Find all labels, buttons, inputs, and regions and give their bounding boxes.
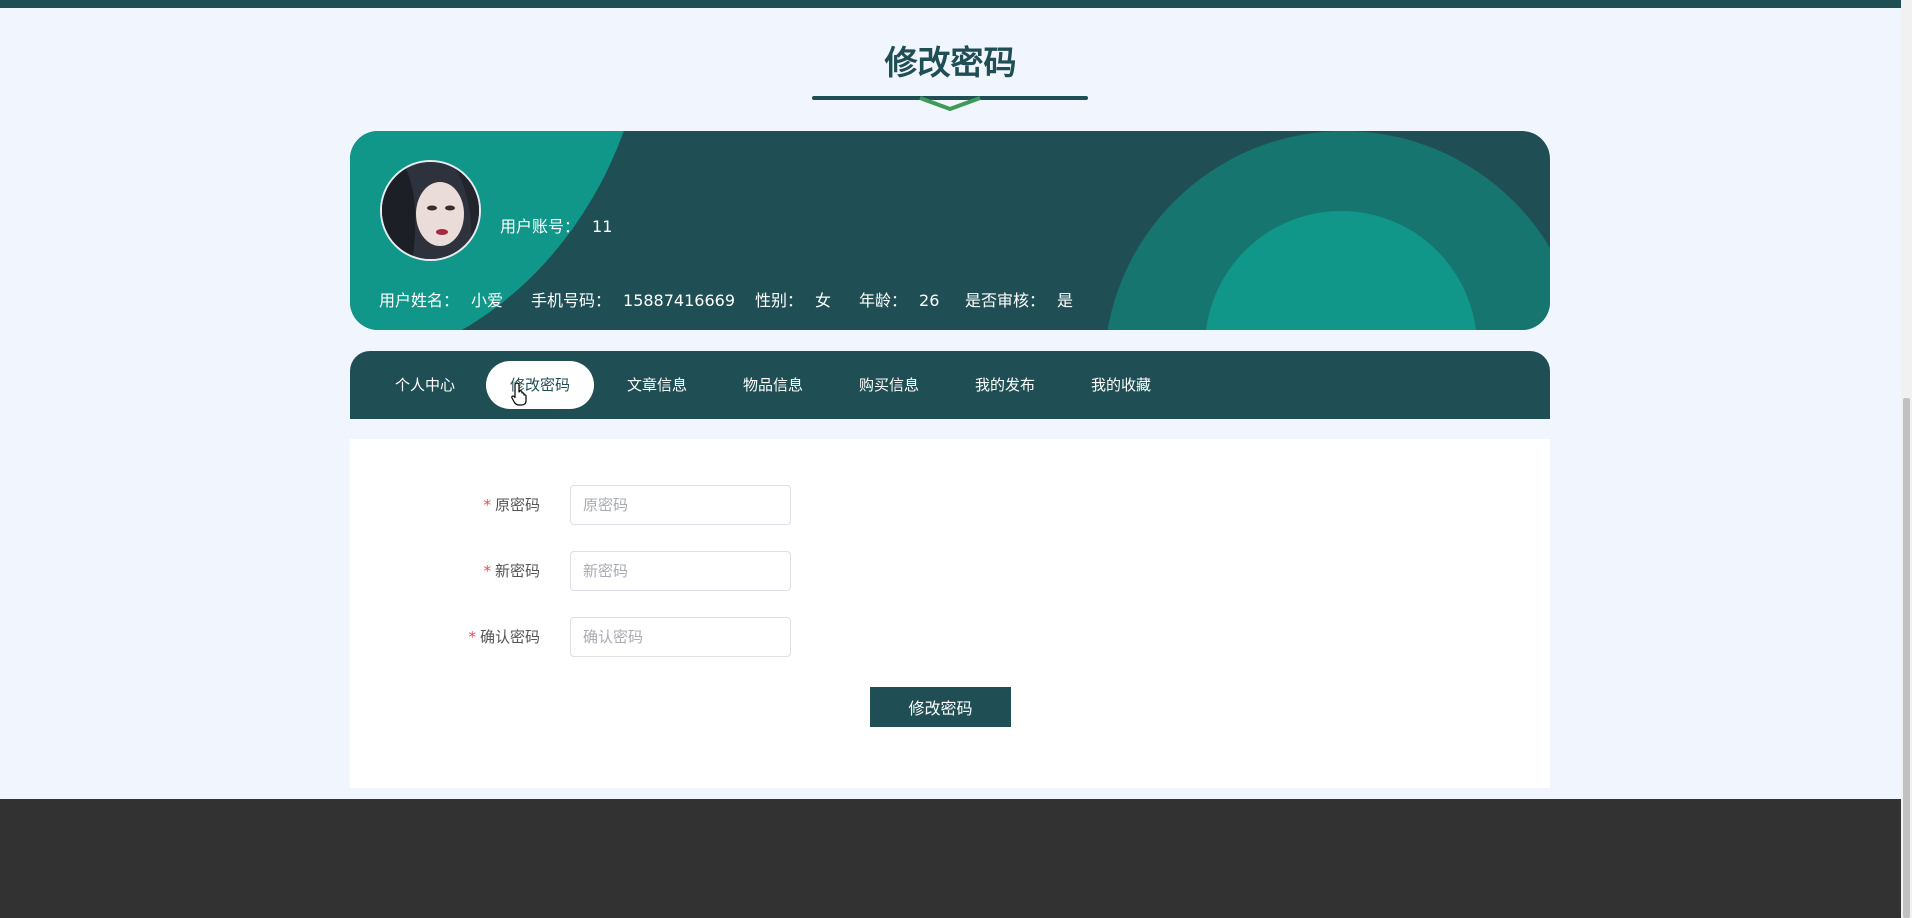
tab-personal-center[interactable]: 个人中心 bbox=[395, 373, 455, 397]
profile-phone: 手机号码： 15887416669 bbox=[531, 287, 735, 311]
confirm-password-input[interactable] bbox=[570, 617, 791, 657]
tab-my-posts[interactable]: 我的发布 bbox=[975, 373, 1035, 397]
profile-gender: 性别： 女 bbox=[755, 287, 831, 311]
profile-age: 年龄： 26 bbox=[859, 287, 939, 311]
profile-age-value: 26 bbox=[919, 291, 940, 310]
tab-articles[interactable]: 文章信息 bbox=[627, 373, 687, 397]
user-center-tabbar: 个人中心 修改密码 文章信息 物品信息 购买信息 我的发布 我的收藏 bbox=[350, 351, 1550, 419]
old-password-input[interactable] bbox=[570, 485, 791, 525]
form-row-confirm-password: * 确认密码 bbox=[350, 617, 1550, 657]
avatar-image bbox=[382, 162, 479, 259]
top-strip bbox=[0, 0, 1901, 8]
avatar bbox=[380, 160, 481, 261]
profile-phone-label: 手机号码： bbox=[531, 291, 612, 310]
profile-account: 用户账号： 11 bbox=[500, 213, 612, 237]
required-mark: * bbox=[483, 496, 491, 514]
required-mark: * bbox=[483, 562, 491, 580]
tab-purchases[interactable]: 购买信息 bbox=[859, 373, 919, 397]
form-row-new-password: * 新密码 bbox=[350, 551, 1550, 591]
new-password-label-text: 新密码 bbox=[494, 562, 540, 580]
hand-cursor-icon bbox=[511, 382, 527, 406]
confirm-password-label: * 确认密码 bbox=[468, 617, 540, 657]
profile-account-label: 用户账号： bbox=[500, 217, 581, 236]
title-underline-decoration bbox=[812, 96, 1088, 111]
tab-my-favorites[interactable]: 我的收藏 bbox=[1091, 373, 1151, 397]
profile-card: 用户账号： 11 用户姓名： 小爱 手机号码： 15887416669 性别： 女 年龄… bbox=[350, 131, 1550, 330]
profile-name: 用户姓名： 小爱 bbox=[379, 287, 503, 311]
profile-audited-value: 是 bbox=[1057, 291, 1074, 310]
profile-gender-label: 性别： bbox=[755, 291, 804, 310]
tab-change-password[interactable]: 修改密码 bbox=[486, 361, 595, 409]
scrollbar-thumb[interactable] bbox=[1903, 398, 1910, 918]
tab-items[interactable]: 物品信息 bbox=[743, 373, 803, 397]
new-password-label: * 新密码 bbox=[483, 551, 540, 591]
new-password-input[interactable] bbox=[570, 551, 791, 591]
old-password-label: * 原密码 bbox=[483, 485, 540, 525]
old-password-label-text: 原密码 bbox=[494, 496, 540, 514]
page-title: 修改密码 bbox=[884, 43, 1017, 82]
profile-gender-value: 女 bbox=[815, 291, 832, 310]
footer bbox=[0, 799, 1901, 918]
confirm-password-label-text: 确认密码 bbox=[479, 628, 540, 646]
profile-name-label: 用户姓名： bbox=[379, 291, 460, 310]
profile-name-value: 小爱 bbox=[471, 291, 504, 310]
submit-change-password-button[interactable]: 修改密码 bbox=[870, 687, 1011, 727]
profile-age-label: 年龄： bbox=[859, 291, 908, 310]
profile-account-value: 11 bbox=[592, 217, 613, 236]
profile-audited-label: 是否审核： bbox=[965, 291, 1046, 310]
form-row-old-password: * 原密码 bbox=[350, 485, 1550, 525]
change-password-form: * 原密码 * 新密码 * 确认密码 修改密码 bbox=[350, 439, 1550, 788]
required-mark: * bbox=[468, 628, 476, 646]
profile-phone-value: 15887416669 bbox=[623, 291, 735, 310]
profile-audited: 是否审核： 是 bbox=[965, 287, 1073, 311]
